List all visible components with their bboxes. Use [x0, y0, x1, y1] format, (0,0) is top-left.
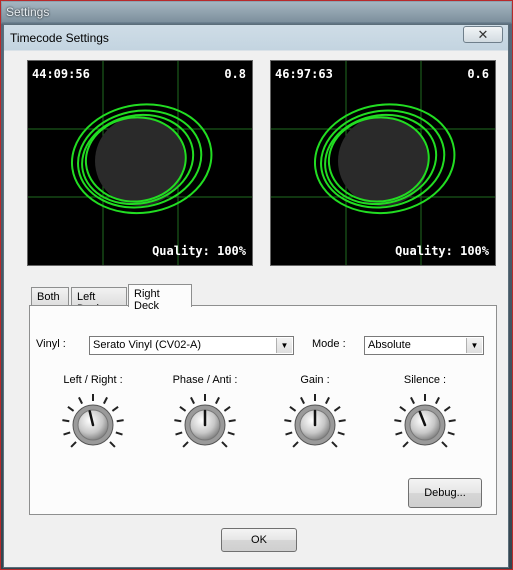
knob-tick [292, 441, 299, 448]
chevron-down-icon: ▼ [276, 338, 292, 353]
tab-right-deck[interactable]: Right Deck [128, 284, 192, 312]
settings-title-bar [2, 2, 511, 22]
settings-window-title: Settings [6, 5, 50, 19]
left-scope-graphic [28, 61, 252, 265]
knob-tick [333, 405, 341, 412]
vinyl-select[interactable]: Serato Vinyl (CV02-A) ▼ [89, 336, 294, 355]
right-signal-level: 0.6 [467, 67, 489, 81]
knob-tick [285, 431, 293, 436]
knob-tick [399, 405, 407, 412]
knob-tick [394, 419, 402, 423]
knob-label-phase-anti: Phase / Anti : [172, 374, 238, 386]
knob-tick [227, 431, 235, 436]
right-quality: Quality: 100% [395, 244, 489, 258]
close-icon: ✕ [477, 26, 489, 42]
knob-tick [325, 396, 330, 405]
ok-button[interactable]: OK [221, 528, 297, 552]
knob-tick [215, 396, 220, 405]
left-deck-scope: 44:09:56 0.8 Quality: 100% [27, 60, 253, 266]
left-right-knob[interactable] [60, 392, 126, 458]
knob-tick [174, 419, 182, 423]
settings-window: Settings Timecode Settings ✕ 44:09:56 0.… [0, 0, 513, 570]
chevron-down-icon: ▼ [466, 338, 482, 353]
left-timecode: 44:09:56 [32, 67, 90, 81]
knob-tick [300, 396, 305, 405]
knob-tick [221, 441, 228, 448]
knob-tick [67, 405, 75, 412]
timecode-settings-dialog: Timecode Settings ✕ 44:09:56 0.8 Quality… [3, 24, 509, 568]
knob-tick [441, 441, 448, 448]
knob-tick [228, 419, 236, 423]
silence-knob[interactable] [392, 392, 458, 458]
knob-tick [223, 405, 231, 412]
mode-label: Mode : [312, 338, 346, 350]
debug-button[interactable]: Debug... [408, 478, 482, 508]
knob-tick [395, 431, 403, 436]
right-timecode: 46:97:63 [275, 67, 333, 81]
tab-panel: Vinyl : Serato Vinyl (CV02-A) ▼ Mode : A… [29, 305, 497, 515]
knob-tick [78, 396, 83, 405]
knob-tick [447, 431, 455, 436]
dialog-title: Timecode Settings [10, 31, 109, 45]
knob-label-silence: Silence : [403, 374, 447, 386]
knob-tick [337, 431, 345, 436]
knob-tick [103, 396, 108, 405]
knob-tick [179, 405, 187, 412]
tab-both[interactable]: Both [31, 287, 69, 307]
tab-left-deck[interactable]: Left Deck [71, 287, 127, 315]
knob-tick [62, 419, 70, 423]
knob-tick [402, 441, 409, 448]
knob-tick [175, 431, 183, 436]
knob-tick [289, 405, 297, 412]
knob-tick [182, 441, 189, 448]
knob-tick [70, 441, 77, 448]
knob-tick [63, 431, 71, 436]
right-scope-graphic [271, 61, 495, 265]
knob-tick [190, 396, 195, 405]
knob-tick [338, 419, 346, 423]
mode-select[interactable]: Absolute ▼ [364, 336, 484, 355]
knob-tick [115, 431, 123, 436]
gain-knob[interactable] [282, 392, 348, 458]
vinyl-value: Serato Vinyl (CV02-A) [93, 339, 202, 351]
mode-value: Absolute [368, 339, 411, 351]
knob-tick [284, 419, 292, 423]
knob-label-left-right: Left / Right : [63, 374, 123, 386]
knob-label-gain: Gain : [300, 374, 330, 386]
knob-tick [435, 396, 440, 405]
close-button[interactable]: ✕ [463, 26, 503, 43]
right-deck-scope: 46:97:63 0.6 Quality: 100% [270, 60, 496, 266]
left-signal-level: 0.8 [224, 67, 246, 81]
knob-tick [443, 405, 451, 412]
left-quality: Quality: 100% [152, 244, 246, 258]
knob-tick [116, 419, 124, 423]
knob-tick [109, 441, 116, 448]
knob-tick [331, 441, 338, 448]
knob-tick [448, 419, 456, 423]
vinyl-label: Vinyl : [36, 338, 66, 350]
phase-anti-knob[interactable] [172, 392, 238, 458]
knob-tick [410, 396, 415, 405]
knob-tick [111, 405, 119, 412]
